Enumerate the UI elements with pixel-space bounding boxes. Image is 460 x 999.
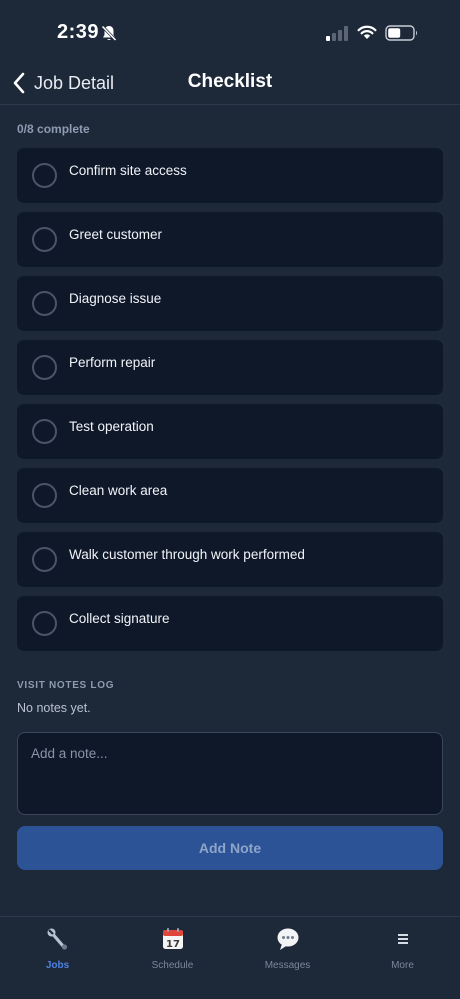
notes-empty-text: No notes yet. [17,701,91,715]
checklist-item[interactable]: Confirm site access [17,148,443,203]
nav-header: Job Detail Checklist [0,62,460,105]
checkbox-circle[interactable] [32,355,57,380]
tab-label: Messages [264,960,311,971]
checkbox-circle[interactable] [32,483,57,508]
battery-icon [385,25,417,41]
tab-more[interactable]: More [345,927,460,977]
checklist-item[interactable]: Greet customer [17,212,443,267]
notes-heading: VISIT NOTES LOG [17,680,115,691]
checklist-item-label: Diagnose issue [69,291,162,306]
checklist-item-label: Perform repair [69,355,156,370]
wifi-icon [357,25,377,39]
checklist-item-label: Test operation [69,419,154,434]
checklist-item[interactable]: Walk customer through work performed [17,532,443,587]
tab-jobs[interactable]: Jobs [0,927,115,977]
checklist-item-label: Clean work area [69,483,168,498]
wrench-icon [47,928,67,950]
checklist-item[interactable]: Clean work area [17,468,443,523]
checklist-item-label: Walk customer through work performed [69,547,305,562]
cellular-signal-icon [326,26,348,41]
svg-text:17: 17 [166,939,180,950]
menu-icon [397,934,408,944]
checklist: Confirm site access Greet customer Diagn… [17,148,443,660]
add-note-button[interactable]: Add Note [17,826,443,870]
checkbox-circle[interactable] [32,547,57,572]
checklist-item-label: Greet customer [69,227,163,242]
page-title: Checklist [187,71,273,92]
tab-schedule[interactable]: 17 Schedule [115,927,230,977]
progress-text: 0/8 complete [17,122,90,136]
checklist-item[interactable]: Perform repair [17,340,443,395]
tab-bar: Jobs 17 Schedule Messages More [0,916,460,999]
checklist-item-label: Confirm site access [69,163,187,178]
checkbox-circle[interactable] [32,227,57,252]
speech-bubble-icon [277,928,298,950]
tab-label: Schedule [151,960,194,971]
status-time: 2:39 [57,21,100,43]
checklist-item[interactable]: Test operation [17,404,443,459]
checklist-item[interactable]: Diagnose issue [17,276,443,331]
checkbox-circle[interactable] [32,291,57,316]
tab-label: Jobs [45,960,70,971]
checklist-screen: 2:39 Job Detail Checklist 0/8 complete C… [0,0,460,999]
checkbox-circle[interactable] [32,611,57,636]
checkbox-circle[interactable] [32,163,57,188]
status-bar: 2:39 [0,0,460,62]
checkbox-circle[interactable] [32,419,57,444]
tab-messages[interactable]: Messages [230,927,345,977]
tab-label: More [391,960,414,971]
bell-slash-icon [101,25,117,42]
calendar-icon: 17 [162,928,183,950]
note-input[interactable] [17,732,443,815]
checklist-item[interactable]: Collect signature [17,596,443,651]
checklist-item-label: Collect signature [69,611,170,626]
